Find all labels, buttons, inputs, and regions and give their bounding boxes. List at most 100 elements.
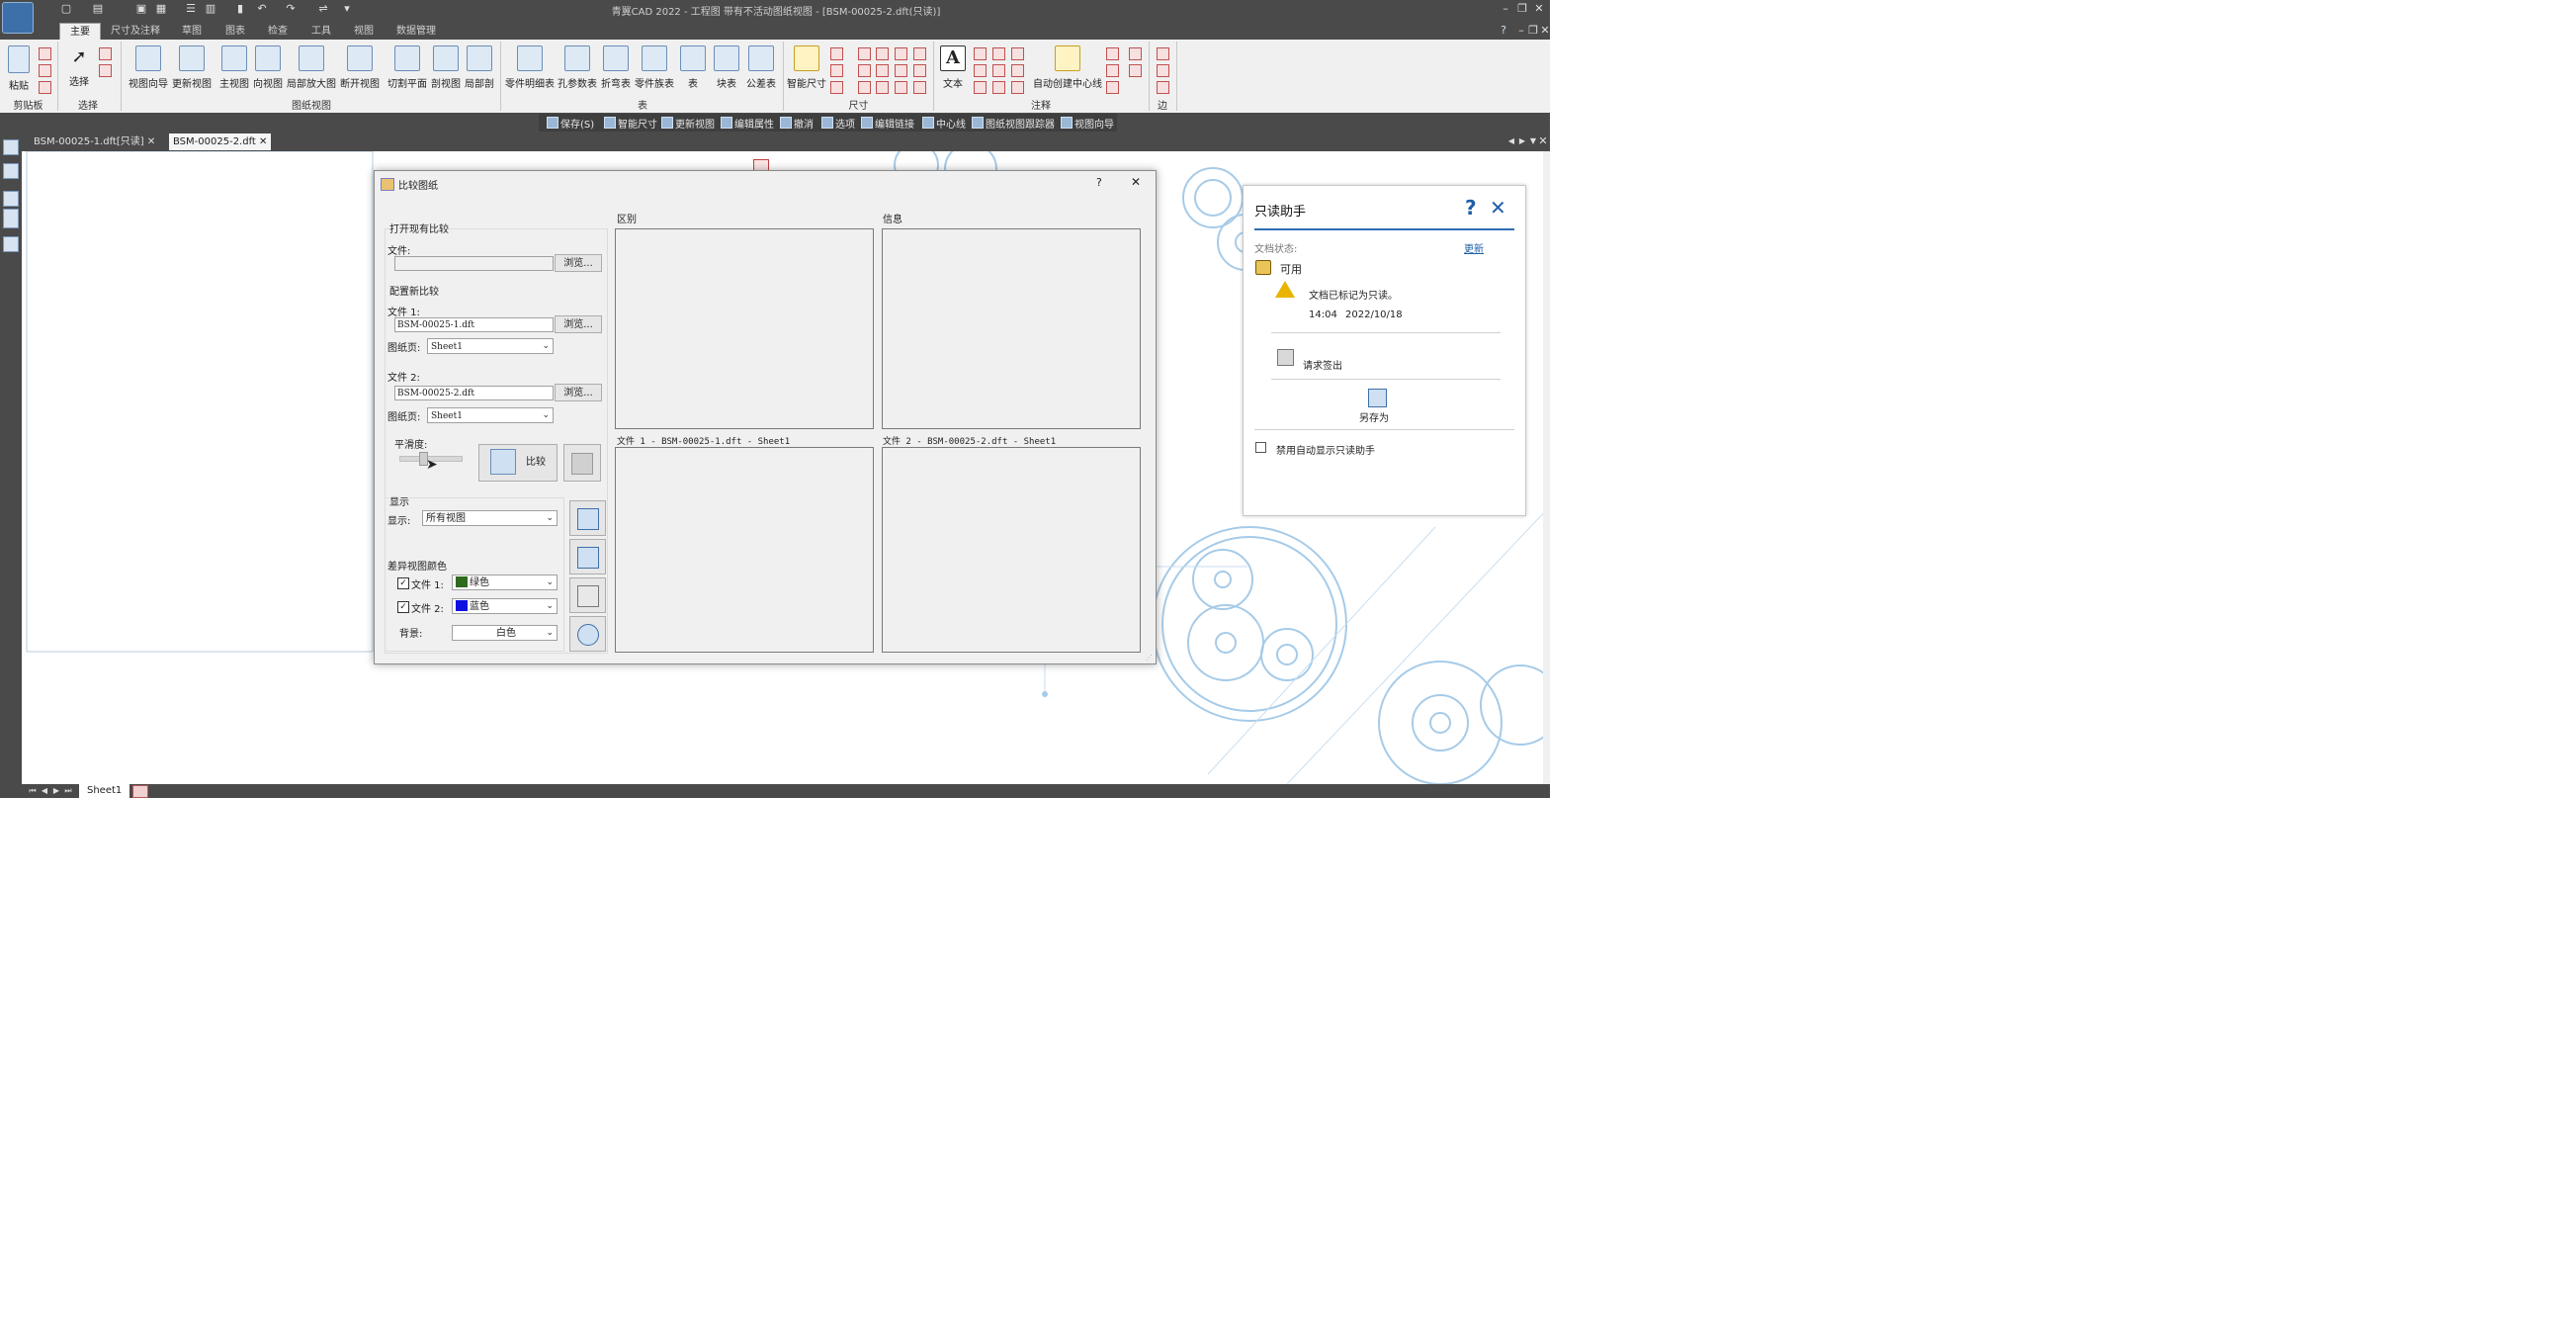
- auxiliary-view-button[interactable]: 向视图: [251, 40, 285, 90]
- dim-tool-5-icon[interactable]: [858, 64, 871, 77]
- browse-file2-button[interactable]: 浏览...: [555, 384, 602, 401]
- dim-tool-12-icon[interactable]: [895, 81, 907, 94]
- tab-sketch[interactable]: 草图: [178, 23, 206, 40]
- properties-icon[interactable]: ☰: [184, 2, 198, 16]
- last-sheet-icon[interactable]: ⏭: [61, 784, 75, 798]
- sheet2-select[interactable]: Sheet1 ⌄: [427, 407, 554, 423]
- dim-tool-9-icon[interactable]: [876, 81, 889, 94]
- pan-button[interactable]: [569, 577, 606, 613]
- layout-icon[interactable]: ▥: [204, 2, 217, 16]
- open-file-icon[interactable]: ▤: [91, 2, 105, 16]
- section-view-button[interactable]: 剖视图: [429, 40, 463, 90]
- dialog-help-button[interactable]: ?: [1096, 176, 1102, 189]
- resize-grip-icon[interactable]: ⋰: [1146, 654, 1153, 662]
- dim-tool-10-icon[interactable]: [895, 47, 907, 60]
- customize-icon[interactable]: ▾: [340, 2, 354, 16]
- edge-tool-3-icon[interactable]: [1157, 81, 1169, 94]
- close-tab-icon[interactable]: ✕: [259, 136, 267, 147]
- tab-tools[interactable]: 工具: [307, 23, 335, 40]
- update-link[interactable]: 更新: [1464, 240, 1484, 255]
- close-icon[interactable]: ✕: [1532, 2, 1546, 16]
- cutting-plane-button[interactable]: 切割平面: [386, 40, 429, 90]
- tab-dimension-annotation[interactable]: 尺寸及注释: [107, 23, 164, 40]
- dim-tool-1-icon[interactable]: [830, 47, 843, 60]
- request-checkout-button[interactable]: 请求签出: [1303, 357, 1342, 372]
- sheet-icon[interactable]: [3, 209, 19, 228]
- dim-tool-14-icon[interactable]: [913, 64, 926, 77]
- right-scroll-strip[interactable]: [1543, 151, 1550, 784]
- family-table-button[interactable]: 零件族表: [633, 40, 676, 90]
- cmd-update-view[interactable]: 更新视图: [661, 116, 715, 131]
- save-as-button[interactable]: 另存为: [1359, 409, 1389, 424]
- select-filter-icon[interactable]: [99, 64, 112, 77]
- dim-tool-13-icon[interactable]: [913, 47, 926, 60]
- cmd-centerline[interactable]: 中心线: [922, 116, 966, 131]
- file1-input[interactable]: BSM-00025-1.dft: [394, 317, 554, 332]
- annotation-tool-2-icon[interactable]: [974, 64, 987, 77]
- ribbon-close-icon[interactable]: ✕: [1538, 24, 1552, 38]
- dim-tool-15-icon[interactable]: [913, 81, 926, 94]
- cmd-smart-dimension[interactable]: 智能尺寸: [604, 116, 657, 131]
- app-logo-icon[interactable]: [2, 2, 34, 34]
- readonly-close-icon[interactable]: ✕: [1490, 196, 1506, 220]
- diff-panel[interactable]: [615, 228, 874, 429]
- tab-data-management[interactable]: 数据管理: [392, 23, 440, 40]
- readonly-help-icon[interactable]: ?: [1465, 196, 1477, 220]
- annotation-tool-14-icon[interactable]: [1129, 64, 1142, 77]
- annotation-tool-9-icon[interactable]: [1011, 81, 1024, 94]
- update-view-button[interactable]: 更新视图: [170, 40, 214, 90]
- background-select[interactable]: 白色 ⌄: [452, 625, 558, 641]
- fit-view-button[interactable]: [569, 539, 606, 575]
- dim-tool-8-icon[interactable]: [876, 64, 889, 77]
- close-document-icon[interactable]: ✕: [1536, 134, 1550, 148]
- dim-tool-11-icon[interactable]: [895, 64, 907, 77]
- main-view-button[interactable]: 主视图: [217, 40, 251, 90]
- dim-tool-3-icon[interactable]: [830, 81, 843, 94]
- smart-dimension-button[interactable]: 智能尺寸: [787, 40, 826, 90]
- broken-out-section-button[interactable]: 局部剖: [463, 40, 496, 90]
- dim-tool-4-icon[interactable]: [858, 47, 871, 60]
- annotation-tool-13-icon[interactable]: [1129, 47, 1142, 60]
- parts-list-button[interactable]: 零件明细表: [504, 40, 556, 90]
- layers-icon[interactable]: [3, 163, 19, 179]
- minimize-icon[interactable]: –: [1499, 2, 1512, 16]
- format-painter-icon[interactable]: [39, 81, 51, 94]
- bend-table-button[interactable]: 折弯表: [599, 40, 633, 90]
- dialog-close-button[interactable]: ✕: [1131, 175, 1141, 189]
- annotation-tool-4-icon[interactable]: [992, 47, 1005, 60]
- browse-existing-button[interactable]: 浏览...: [555, 254, 602, 272]
- tab-chart[interactable]: 图表: [221, 23, 249, 40]
- tab-home[interactable]: 主要: [59, 23, 101, 41]
- help-icon[interactable]: ?: [1497, 24, 1510, 38]
- table-button[interactable]: 表: [678, 40, 708, 90]
- dim-tool-2-icon[interactable]: [830, 64, 843, 77]
- annotation-tool-7-icon[interactable]: [1011, 47, 1024, 60]
- disable-auto-checkbox[interactable]: [1255, 442, 1266, 453]
- library-icon[interactable]: [3, 191, 19, 207]
- paste-button[interactable]: 粘贴: [4, 40, 34, 92]
- dim-tool-6-icon[interactable]: [858, 81, 871, 94]
- annotation-tool-5-icon[interactable]: [992, 64, 1005, 77]
- maximize-icon[interactable]: ❐: [1515, 2, 1529, 16]
- zoom-button[interactable]: [569, 616, 606, 652]
- sheet-tab-sheet1[interactable]: Sheet1: [79, 784, 130, 798]
- file1-preview-panel[interactable]: [615, 447, 874, 653]
- detail-view-button[interactable]: 局部放大图: [285, 40, 338, 90]
- link-icon[interactable]: ⇌: [316, 2, 330, 16]
- view-wizard-button[interactable]: 视图向导: [127, 40, 170, 90]
- annotation-tool-3-icon[interactable]: [974, 81, 987, 94]
- cut-icon[interactable]: [39, 47, 51, 60]
- select-button[interactable]: ➚ 选择: [65, 40, 93, 88]
- hole-table-button[interactable]: 孔参数表: [556, 40, 599, 90]
- tab-view[interactable]: 视图: [350, 23, 378, 40]
- doc-tab-file2[interactable]: BSM-00025-2.dft ✕: [169, 133, 272, 150]
- dim-tool-7-icon[interactable]: [876, 47, 889, 60]
- file2-input[interactable]: BSM-00025-2.dft: [394, 386, 554, 400]
- block-table-button[interactable]: 块表: [712, 40, 741, 90]
- broken-view-button[interactable]: 断开视图: [338, 40, 382, 90]
- annotation-tool-6-icon[interactable]: [992, 81, 1005, 94]
- sheet1-select[interactable]: Sheet1 ⌄: [427, 338, 554, 354]
- cmd-edit-properties[interactable]: 编辑属性: [721, 116, 774, 131]
- annotation-tool-8-icon[interactable]: [1011, 64, 1024, 77]
- help-panel-icon[interactable]: [3, 236, 19, 252]
